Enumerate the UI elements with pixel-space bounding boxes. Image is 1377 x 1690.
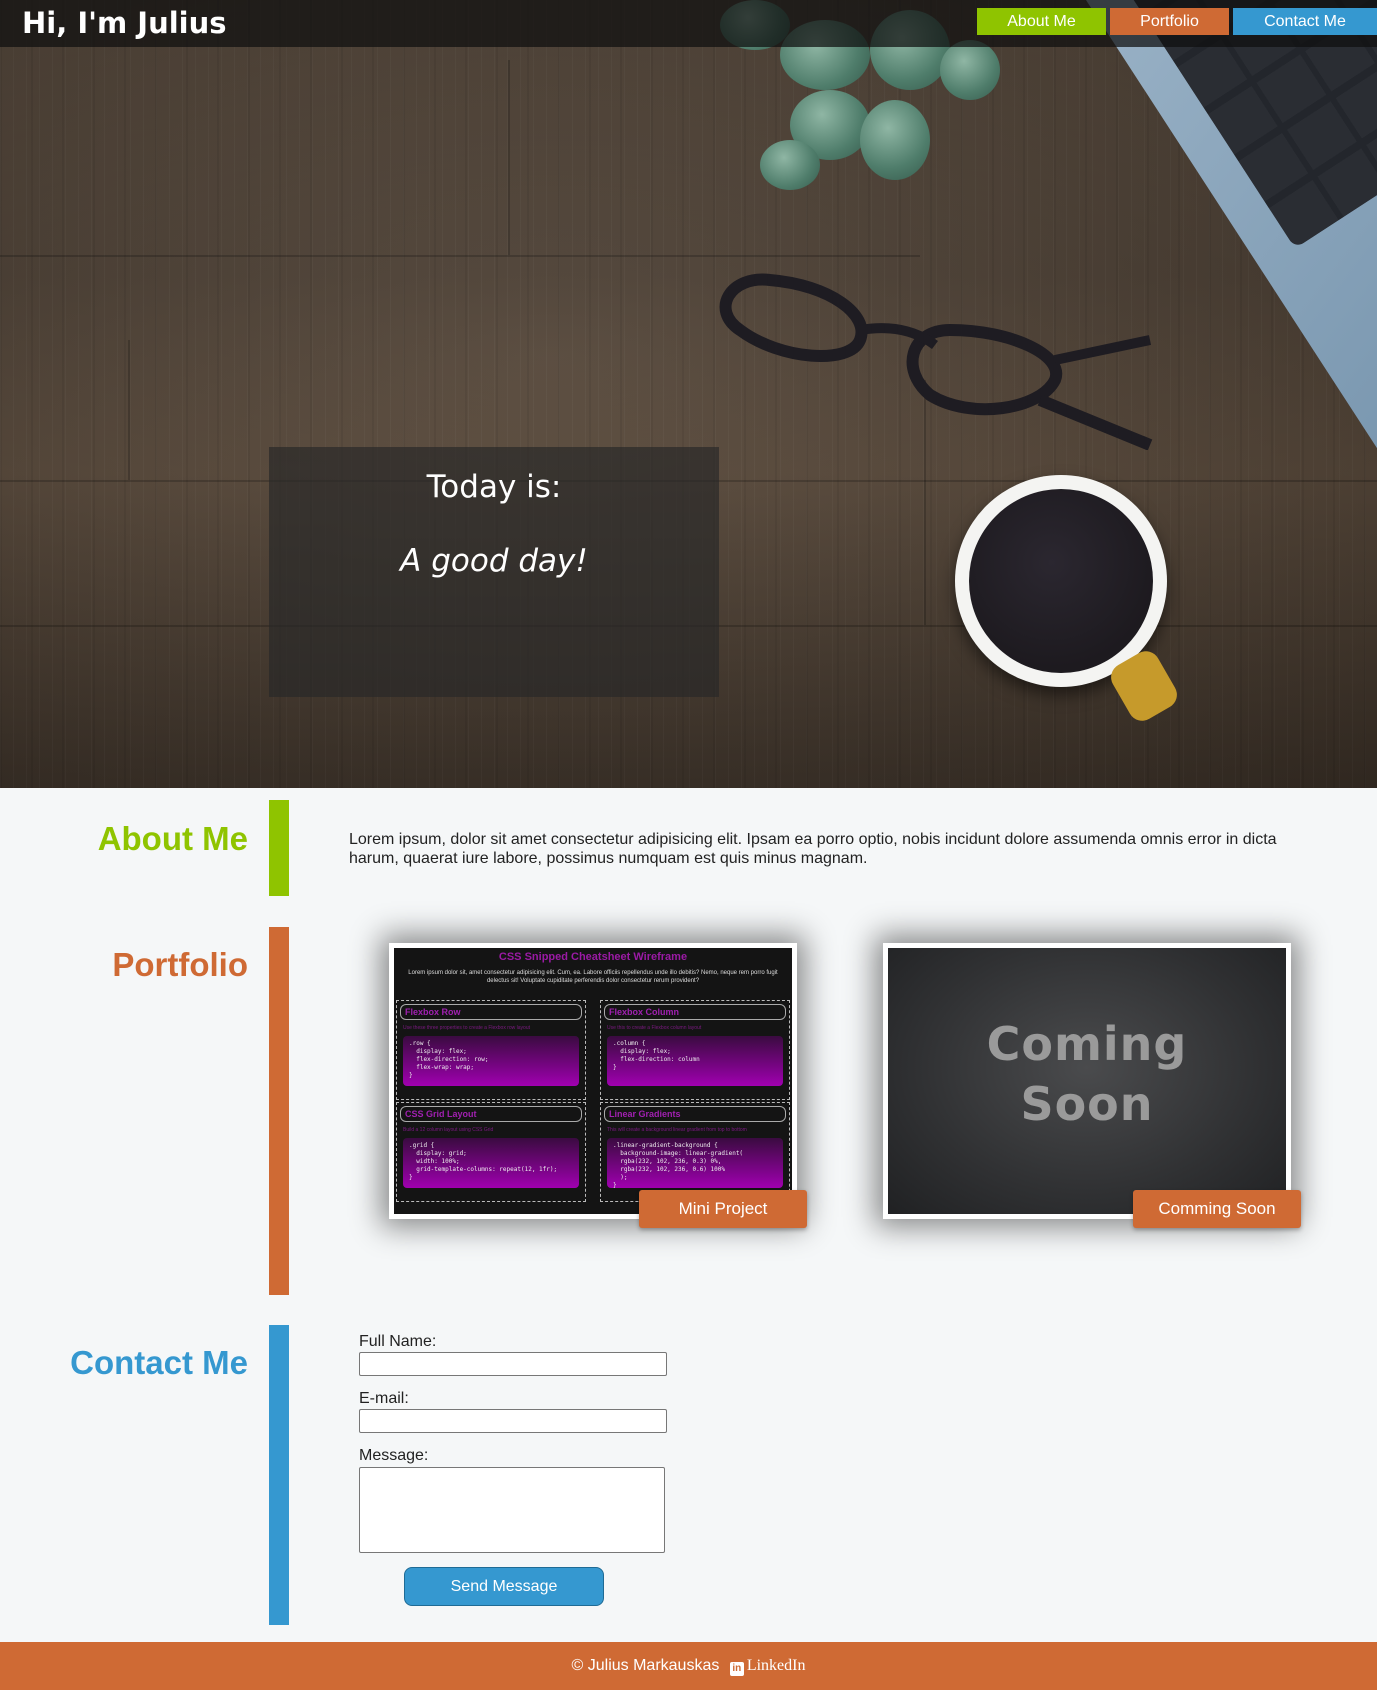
glasses-image: [719, 273, 1153, 450]
panel-subtitle: This will create a background linear gra…: [607, 1127, 747, 1133]
panel-code: .linear-gradient-background { background…: [607, 1138, 783, 1189]
hero-line-2: A good day!: [400, 543, 588, 579]
preview-panel: Flexbox Row Use these three properties t…: [396, 1000, 586, 1100]
full-name-label: Full Name:: [359, 1333, 437, 1350]
panel-title: Flexbox Column: [604, 1004, 786, 1020]
footer-copyright: © Julius Markauskas: [571, 1657, 720, 1674]
mini-project-screenshot: CSS Snipped Cheatsheet Wireframe Lorem i…: [394, 948, 792, 1214]
send-message-button[interactable]: Send Message: [404, 1567, 604, 1606]
preview-heading: CSS Snipped Cheatsheet Wireframe: [498, 951, 688, 963]
preview-panel: Linear Gradients This will create a back…: [600, 1102, 790, 1202]
panel-code: .column { display: flex; flex-direction:…: [607, 1036, 783, 1086]
panel-title: Flexbox Row: [400, 1004, 582, 1020]
portfolio-accent-bar: [269, 927, 289, 1295]
site-logo[interactable]: Hi, I'm Julius: [22, 6, 227, 40]
nav-portfolio-button[interactable]: Portfolio: [1110, 8, 1229, 35]
hero-message-box: Today is: A good day!: [269, 447, 719, 697]
nav-contact-button[interactable]: Contact Me: [1233, 8, 1377, 35]
linkedin-link[interactable]: LinkedIn: [747, 1657, 806, 1674]
coming-soon-line-1: Coming: [986, 1017, 1188, 1071]
about-heading: About Me: [97, 820, 248, 857]
nav-about-button[interactable]: About Me: [977, 8, 1106, 35]
email-label: E-mail:: [359, 1390, 409, 1407]
panel-subtitle: Use these three properties to create a F…: [403, 1025, 531, 1031]
about-text: Lorem ipsum, dolor sit amet consectetur …: [349, 831, 1277, 867]
coming-soon-line-2: Soon: [1020, 1077, 1154, 1131]
message-label: Message:: [359, 1447, 429, 1464]
portfolio-card-coming-soon[interactable]: Coming Soon: [883, 943, 1291, 1219]
preview-panel: CSS Grid Layout Build a 12 column layout…: [396, 1102, 586, 1202]
hero-line-1: Today is:: [426, 469, 562, 505]
message-textarea[interactable]: [359, 1467, 665, 1553]
email-input[interactable]: [359, 1409, 667, 1433]
about-accent-bar: [269, 800, 289, 896]
preview-panel: Flexbox Column Use this to create a Flex…: [600, 1000, 790, 1100]
panel-subtitle: Use this to create a Flexbox column layo…: [607, 1025, 702, 1031]
panel-title: CSS Grid Layout: [400, 1106, 582, 1122]
portfolio-heading: Portfolio: [112, 946, 248, 983]
top-navigation-bar: Hi, I'm Julius About Me Portfolio Contac…: [0, 0, 1377, 47]
coming-soon-button[interactable]: Comming Soon: [1133, 1190, 1301, 1228]
mini-project-button[interactable]: Mini Project: [639, 1190, 807, 1228]
coming-soon-chalkboard: Coming Soon: [888, 948, 1286, 1214]
preview-intro: Lorem ipsum dolor sit, amet consectetur …: [408, 970, 778, 984]
panel-code: .grid { display: grid; width: 100%; grid…: [403, 1138, 579, 1188]
footer: © Julius Markauskas in LinkedIn: [0, 1642, 1377, 1690]
panel-code: .row { display: flex; flex-direction: ro…: [403, 1036, 579, 1086]
panel-subtitle: Build a 12 column layout using CSS Grid: [403, 1127, 494, 1133]
full-name-input[interactable]: [359, 1352, 667, 1376]
linkedin-icon[interactable]: in: [729, 1662, 744, 1676]
portfolio-card-mini-project[interactable]: CSS Snipped Cheatsheet Wireframe Lorem i…: [389, 943, 797, 1219]
contact-heading: Contact Me: [70, 1344, 248, 1381]
coming-soon-text: Coming Soon: [888, 1014, 1286, 1134]
panel-title: Linear Gradients: [604, 1106, 786, 1122]
contact-accent-bar: [269, 1325, 289, 1625]
